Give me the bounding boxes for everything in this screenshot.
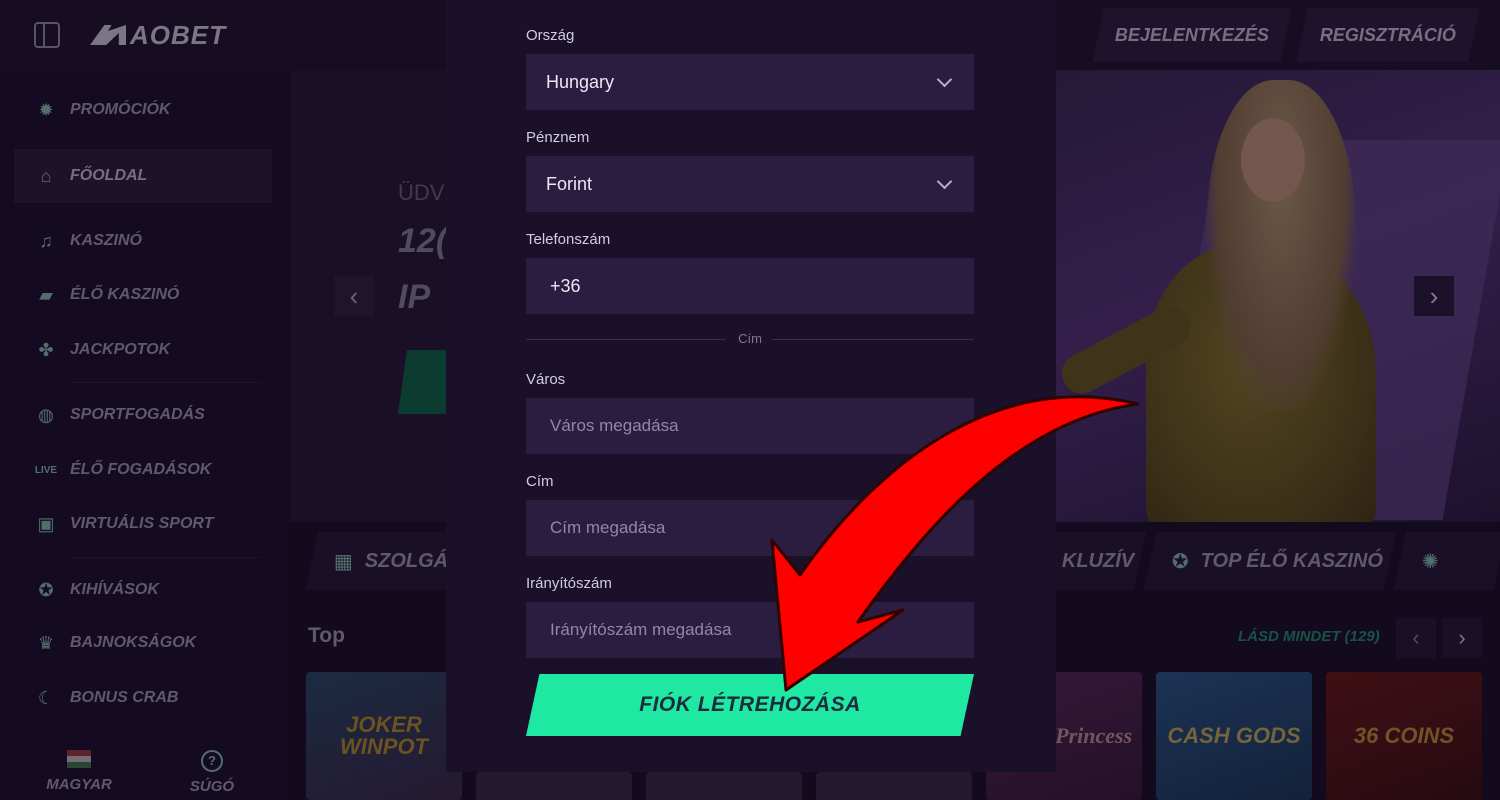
city-placeholder: Város megadása (550, 416, 679, 435)
country-select[interactable]: Hungary (526, 54, 974, 110)
chevron-down-icon (936, 71, 953, 88)
zip-input[interactable]: Irányítószám megadása (526, 602, 974, 658)
registration-modal: Ország Hungary Pénznem Forint Telefonszá… (446, 0, 1056, 772)
currency-select[interactable]: Forint (526, 156, 974, 212)
create-account-label: FIÓK LÉTREHOZÁSA (639, 693, 861, 716)
city-input[interactable]: Város megadása (526, 398, 974, 454)
address-divider-label: Cím (738, 331, 762, 346)
currency-label: Pénznem (526, 129, 590, 146)
phone-value: +36 (550, 275, 581, 296)
country-label: Ország (526, 27, 575, 44)
zip-placeholder: Irányítószám megadása (550, 620, 732, 639)
phone-input[interactable]: +36 (526, 258, 974, 314)
chevron-down-icon (936, 173, 953, 190)
address-divider-line (526, 339, 726, 340)
country-value: Hungary (546, 71, 615, 92)
create-account-button[interactable]: FIÓK LÉTREHOZÁSA (526, 674, 974, 736)
address-placeholder: Cím megadása (550, 518, 666, 537)
phone-label: Telefonszám (526, 231, 611, 248)
address-divider-line (772, 339, 974, 340)
address-input[interactable]: Cím megadása (526, 500, 974, 556)
address-label: Cím (526, 473, 554, 490)
city-label: Város (526, 371, 566, 388)
currency-value: Forint (546, 173, 593, 194)
zip-label: Irányítószám (526, 575, 612, 592)
